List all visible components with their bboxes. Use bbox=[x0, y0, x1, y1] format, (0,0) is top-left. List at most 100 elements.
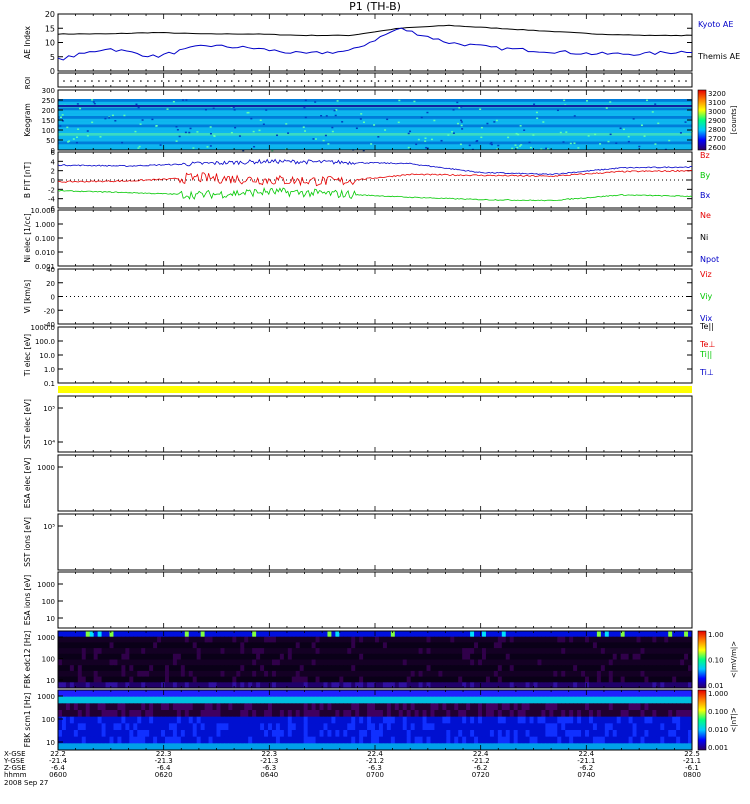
fbk_b-heatmap-cell bbox=[347, 690, 352, 698]
fbk_b-heatmap-cell bbox=[252, 710, 257, 718]
fbk_b-heatmap-cell bbox=[89, 716, 95, 724]
fbk_b-heatmap-cell bbox=[600, 730, 606, 738]
fbk_b-heatmap-cell bbox=[93, 710, 99, 718]
fbk_b-heatmap-cell bbox=[133, 690, 138, 698]
fbk_b-heatmap-cell bbox=[644, 716, 649, 724]
fbk_b-heatmap-cell bbox=[73, 736, 79, 744]
fbk_b-heatmap-cell bbox=[291, 696, 297, 704]
fbk_e-heatmap-cell bbox=[268, 665, 273, 672]
fbk_b-heatmap-cell bbox=[422, 696, 428, 704]
fbk_e-heatmap-cell bbox=[268, 659, 273, 666]
fbk_e-heatmap-cell bbox=[172, 636, 178, 643]
fbk_b-heatmap-cell bbox=[485, 736, 491, 744]
fbk_b-heatmap-cell bbox=[513, 703, 519, 711]
fbk_e-heatmap-cell bbox=[331, 636, 336, 643]
fbk_b-heatmap-cell bbox=[608, 736, 614, 744]
fbk_b-heatmap-cell bbox=[65, 710, 71, 718]
fbk_e-heatmap-cell bbox=[271, 659, 277, 666]
fbk_e-heatmap-cell bbox=[438, 659, 443, 666]
fbk_b-heatmap-cell bbox=[378, 716, 384, 724]
fbk_e-heatmap-cell bbox=[196, 642, 202, 649]
fbk_e-heatmap-cell bbox=[212, 670, 217, 678]
fbk_e-heatmap-cell bbox=[577, 653, 582, 660]
fbk_b-heatmap-cell bbox=[660, 743, 665, 751]
fbk_b-heatmap-cell bbox=[224, 690, 229, 698]
fbk_e-heatmap-cell bbox=[275, 648, 281, 655]
fbk_e-heatmap-cell bbox=[553, 665, 558, 672]
fbk_e-heatmap-cell bbox=[628, 676, 634, 683]
fbk_b-heatmap-cell bbox=[394, 743, 400, 751]
fbk_b-heatmap-cell bbox=[359, 690, 364, 698]
fbk_b-heatmap-cell bbox=[422, 690, 428, 698]
fbk_b-heatmap-cell bbox=[664, 723, 669, 731]
fbk_b-heatmap-cell bbox=[268, 703, 273, 711]
fbk_e-heatmap-cell bbox=[252, 631, 257, 638]
fbk_e-heatmap-cell bbox=[676, 665, 681, 672]
fbk_e-heatmap-cell bbox=[236, 659, 241, 666]
keogram-heatmap-pixel bbox=[259, 119, 262, 122]
xaxis-tick-label: 0720 bbox=[472, 771, 490, 779]
fbk_e-heatmap-cell bbox=[355, 676, 360, 683]
fbk_e-heatmap-cell bbox=[283, 676, 289, 683]
keogram-heatmap-pixel bbox=[594, 133, 597, 136]
fbk_b-heatmap-cell bbox=[133, 716, 138, 724]
fbk_e-heatmap-cell bbox=[279, 653, 285, 660]
fbk_b-heatmap-cell bbox=[394, 710, 400, 718]
fbk_e-heatmap-cell bbox=[168, 670, 174, 678]
fbk_e-heatmap-cell bbox=[640, 631, 645, 638]
fbk_e-heatmap-cell bbox=[355, 636, 360, 643]
fbk_b-heatmap-cell bbox=[216, 690, 221, 698]
fbk_b-heatmap-cell bbox=[77, 703, 83, 711]
fbk_b-heatmap-cell bbox=[200, 710, 206, 718]
fbk_e-heatmap-cell bbox=[109, 670, 114, 678]
fbk_b-heatmap-cell bbox=[438, 710, 443, 718]
roi-ylabel: ROI bbox=[24, 77, 32, 89]
fbk_b-heatmap-cell bbox=[517, 703, 523, 711]
fbk_b-heatmap-cell bbox=[390, 696, 396, 704]
fbk_e-heatmap-cell bbox=[620, 653, 626, 660]
bfield-ytick-label: 6 bbox=[51, 149, 56, 157]
fbk_e-heatmap-cell bbox=[196, 648, 202, 655]
fbk_e-heatmap-cell bbox=[680, 648, 685, 655]
fbk_b-heatmap-cell bbox=[109, 736, 114, 744]
fbk_b-heatmap-cell bbox=[93, 730, 99, 738]
fbk_e-heatmap-cell bbox=[616, 636, 622, 643]
fbk_b-heatmap-cell bbox=[335, 730, 340, 738]
fbk_b-heatmap-cell bbox=[307, 703, 313, 711]
keogram-heatmap-pixel bbox=[322, 139, 325, 142]
fbk_e-heatmap-cell bbox=[414, 648, 420, 655]
fbk_b-heatmap-cell bbox=[600, 736, 606, 744]
fbk_e-heatmap-cell bbox=[295, 670, 301, 678]
fbk_e-heatmap-cell bbox=[382, 653, 388, 660]
fbk_b-heatmap-cell bbox=[208, 723, 214, 731]
fbk_b-heatmap-cell bbox=[545, 743, 550, 751]
fbk_e-heatmap-cell bbox=[311, 670, 317, 678]
fbk_b-heatmap-cell bbox=[335, 703, 340, 711]
keogram-heatmap-pixel bbox=[523, 129, 526, 131]
fbk_b-heatmap-cell bbox=[398, 736, 404, 744]
fbk_b-heatmap-cell bbox=[232, 710, 237, 718]
fbk_e-heatmap-cell bbox=[236, 642, 241, 649]
fbk_e-heatmap-cell bbox=[69, 642, 75, 649]
fbk_b-heatmap-cell bbox=[153, 730, 158, 738]
fbk_e-heatmap-cell bbox=[188, 631, 194, 638]
fbk_b-heatmap-cell bbox=[216, 730, 221, 738]
fbk_b-heatmap-cell bbox=[680, 690, 685, 698]
keogram-heatmap-pixel bbox=[632, 118, 635, 120]
fbk_e-heatmap-cell bbox=[600, 648, 606, 655]
fbk_e-heatmap-cell bbox=[501, 648, 507, 655]
fbk_e-heatmap-cell bbox=[612, 659, 618, 666]
fbk_e-heatmap-cell bbox=[588, 648, 594, 655]
fbk_b-heatmap-cell bbox=[505, 723, 511, 731]
fbk_e-heatmap-cell bbox=[478, 665, 483, 672]
fbk_e-heatmap-cell bbox=[256, 653, 261, 660]
fbk_b-heatmap-cell bbox=[65, 716, 71, 724]
fbk_b-heatmap-cell bbox=[343, 696, 348, 704]
fbk_b-heatmap-cell bbox=[157, 736, 162, 744]
fbk_b-heatmap-cell bbox=[327, 716, 332, 724]
fbk_e-heatmap-cell bbox=[89, 659, 95, 666]
fbk_e-heatmap-cell bbox=[620, 670, 626, 678]
fbk_e-heatmap-cell bbox=[422, 631, 428, 638]
fbk_b-heatmap-cell bbox=[596, 710, 602, 718]
fbk_e-heatmap-cell bbox=[69, 631, 75, 638]
